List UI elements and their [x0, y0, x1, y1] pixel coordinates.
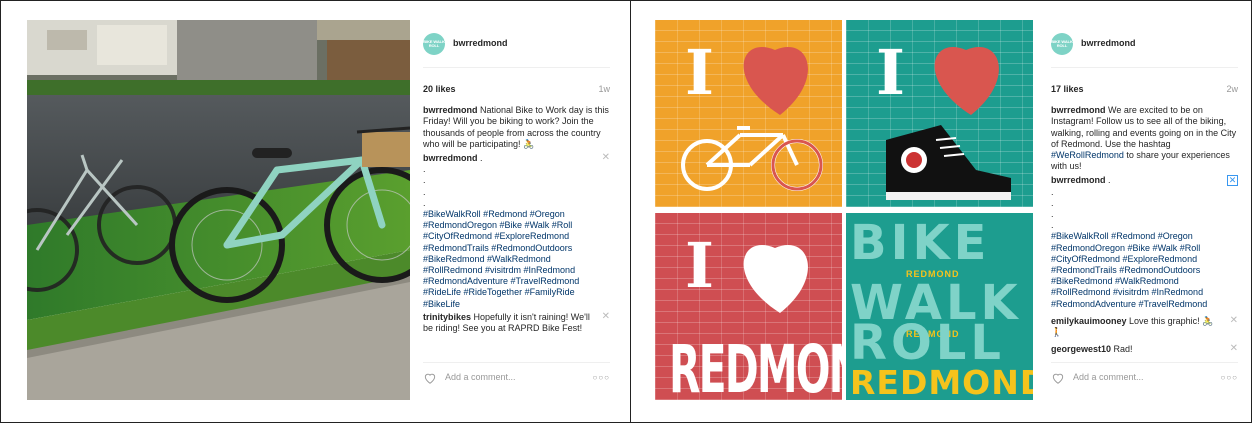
collage-tile-bike-walk-roll: BIKE REDMOND WALK REDMOND ROLL REDMOND: [846, 213, 1033, 400]
collage-tile-i-love-walk: I: [846, 20, 1033, 207]
likes-count[interactable]: 20 likes: [423, 84, 456, 95]
comment-text: .: [480, 153, 483, 164]
comment-hashtags[interactable]: #BikeWalkRoll #Redmond #Oregon #RedmondO…: [423, 209, 596, 310]
comment-username[interactable]: emilykauimooney: [1051, 316, 1127, 326]
delete-comment-icon[interactable]: ✕: [602, 311, 610, 322]
instagram-post-welcome: I I I REDMO BIKE REDMOND WALK REDMOND RO…: [655, 20, 1238, 403]
post-caption: bwrredmond National Bike to Work day is …: [423, 105, 610, 150]
more-options-icon[interactable]: ○○○: [1221, 372, 1239, 383]
comment-item: bwrredmond . ✕ . . . . #BikeWalkRoll #Re…: [423, 153, 610, 310]
post-header: BIKE WALK ROLL bwrredmond: [1051, 20, 1238, 68]
caption-username[interactable]: bwrredmond: [1051, 105, 1106, 115]
post-header: BIKE WALK ROLL bwrredmond: [423, 20, 610, 68]
more-options-icon[interactable]: ○○○: [593, 372, 611, 383]
comment-item: emilykauimooney Love this graphic! 🚴 🚶 ✕: [1051, 315, 1238, 338]
delete-comment-icon[interactable]: ✕: [602, 153, 610, 163]
post-meta: 17 likes 2w: [1051, 84, 1238, 95]
post-sidebar: BIKE WALK ROLL bwrredmond 17 likes 2w bw…: [1038, 20, 1238, 400]
heart-icon[interactable]: [423, 371, 437, 385]
delete-comment-icon[interactable]: ✕: [1230, 315, 1238, 326]
redmond-bottom-word: REDMOND: [850, 363, 1033, 400]
post-photo-bicycles[interactable]: [27, 20, 410, 400]
username-link[interactable]: bwrredmond: [1081, 38, 1136, 49]
comment-item: georgewest10 Rad! ✕: [1051, 344, 1238, 355]
column-divider: [630, 0, 631, 423]
likes-count[interactable]: 17 likes: [1051, 84, 1084, 95]
add-comment-input[interactable]: Add a comment...: [445, 372, 593, 383]
avatar-text: BIKE WALK ROLL: [423, 38, 445, 48]
username-link[interactable]: bwrredmond: [453, 38, 508, 49]
post-sidebar: BIKE WALK ROLL bwrredmond 20 likes 1w bw…: [410, 20, 610, 400]
comment-text: Rad!: [1113, 344, 1133, 355]
comment-username[interactable]: trinitybikes: [423, 312, 471, 322]
heart-and-bicycle-graphic: [681, 47, 823, 191]
post-age[interactable]: 1w: [598, 84, 610, 95]
collage-tile-i-love-redmond: I REDMOND: [655, 213, 842, 400]
redmond-word: REDMOND: [669, 331, 842, 400]
add-comment-input[interactable]: Add a comment...: [1073, 372, 1221, 383]
comment-text: .: [1108, 175, 1111, 186]
comment-dots: . . . .: [1051, 186, 1054, 231]
caption-username[interactable]: bwrredmond: [423, 105, 478, 115]
roll-word: ROLL: [850, 315, 1005, 371]
bike-word: BIKE: [850, 215, 991, 271]
instagram-post-bike-to-work: BIKE WALK ROLL bwrredmond 20 likes 1w bw…: [27, 20, 610, 403]
post-caption: bwrredmond We are excited to be on Insta…: [1051, 105, 1238, 172]
comment-item: trinitybikes Hopefully it isn't raining!…: [423, 311, 610, 334]
avatar[interactable]: BIKE WALK ROLL: [423, 32, 445, 55]
caption-hashtag[interactable]: #WeRollRedmond: [1051, 150, 1124, 160]
heart-and-sneaker-graphic: [886, 47, 1011, 200]
avatar[interactable]: BIKE WALK ROLL: [1051, 32, 1073, 55]
collage-tile-i-love-bike: I: [655, 20, 842, 207]
delete-comment-icon[interactable]: ✕: [1230, 344, 1238, 354]
bicycles-photo-illustration: [27, 20, 410, 400]
comment-dots: . . . .: [423, 164, 426, 208]
comment-item: bwrredmond . ✕ . . . . #BikeWalkRoll #Re…: [1051, 175, 1238, 309]
post-age[interactable]: 2w: [1226, 84, 1238, 95]
comment-username[interactable]: bwrredmond: [423, 153, 478, 163]
heart-icon[interactable]: [1051, 371, 1065, 385]
comment-username[interactable]: georgewest10: [1051, 344, 1111, 354]
delete-comment-icon[interactable]: ✕: [1227, 175, 1238, 187]
comment-username[interactable]: bwrredmond: [1051, 175, 1106, 185]
add-comment-bar: Add a comment... ○○○: [1051, 362, 1238, 392]
avatar-text: BIKE WALK ROLL: [1051, 38, 1073, 48]
post-meta: 20 likes 1w: [423, 84, 610, 95]
post-photo-collage[interactable]: I I I REDMO BIKE REDMOND WALK REDMOND RO…: [655, 20, 1038, 400]
comment-hashtags[interactable]: #BikeWalkRoll #Redmond #Oregon #RedmondO…: [1051, 231, 1224, 309]
add-comment-bar: Add a comment... ○○○: [423, 362, 610, 392]
